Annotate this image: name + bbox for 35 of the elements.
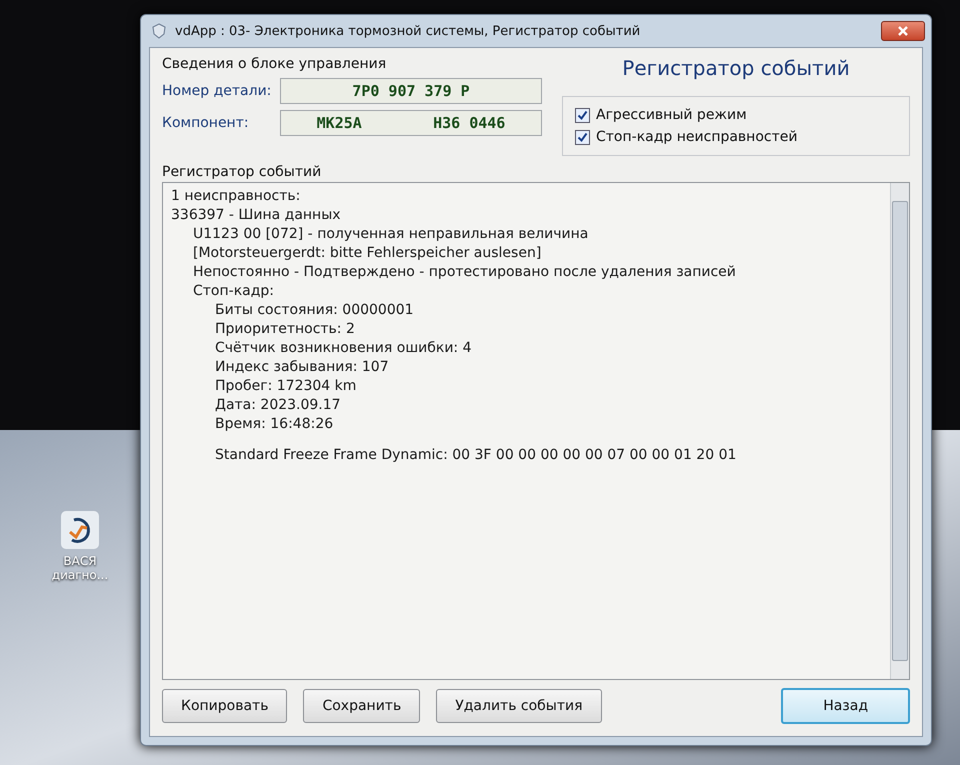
app-icon[interactable]	[60, 510, 100, 550]
group-label: Сведения о блоке управления	[162, 56, 388, 72]
back-button[interactable]: Назад	[781, 688, 910, 724]
value-field: 7P0 907 379 P	[280, 78, 542, 104]
section-heading: Регистратор событий	[622, 56, 850, 80]
group-label: Регистратор событий	[162, 164, 322, 180]
close-icon	[897, 25, 909, 37]
checkbox-label[interactable]: Агрессивный режим	[596, 107, 747, 123]
value-field: MK25A H36 0446	[280, 110, 542, 136]
log-line: Приоритетность: 2	[214, 320, 356, 339]
log-line: Непостоянно - Подтверждено - протестировано после удаления записей	[192, 263, 737, 282]
checkbox[interactable]	[575, 108, 590, 122]
checkbox-label[interactable]: Стоп-кадр неисправностей	[596, 129, 798, 145]
log-line: Дата: 2023.09.17	[214, 396, 342, 415]
window-title: vdApp : 03- Электроника тормозной системы, Регистратор событий	[175, 24, 642, 38]
app-icon	[151, 23, 167, 39]
action-button[interactable]: Удалить события	[436, 689, 602, 723]
close-button[interactable]	[881, 21, 925, 41]
log-line: Стоп-кадр:	[192, 282, 276, 301]
log-line: Индекс забывания: 107	[214, 358, 390, 377]
action-button[interactable]: Сохранить	[303, 689, 420, 723]
log-line: [Motorsteuergerdt: bitte Fehlerspeicher auslesen]	[192, 244, 542, 263]
checkbox[interactable]	[575, 130, 590, 144]
scrollbar[interactable]	[890, 183, 909, 679]
log-line: Биты состояния: 00000001	[214, 301, 415, 320]
action-button[interactable]: Копировать	[162, 689, 288, 723]
freeze-frame-line: Standard Freeze Frame Dynamic: 00 3F 00 00 00 00 00 07 00 00 01 20 01	[214, 446, 738, 465]
field-label: Номер детали:	[162, 83, 272, 99]
log-line: Счётчик возникновения ошибки: 4	[214, 339, 473, 358]
log-line: 1 неисправность:	[171, 187, 302, 206]
log-line: 336397 - Шина данных	[171, 206, 342, 225]
log-line: Время: 16:48:26	[214, 415, 334, 434]
log-line: U1123 00 [072] - полученная неправильная величина	[192, 225, 590, 244]
field-label: Компонент:	[162, 115, 250, 131]
log-line: Пробег: 172304 km	[214, 377, 358, 396]
